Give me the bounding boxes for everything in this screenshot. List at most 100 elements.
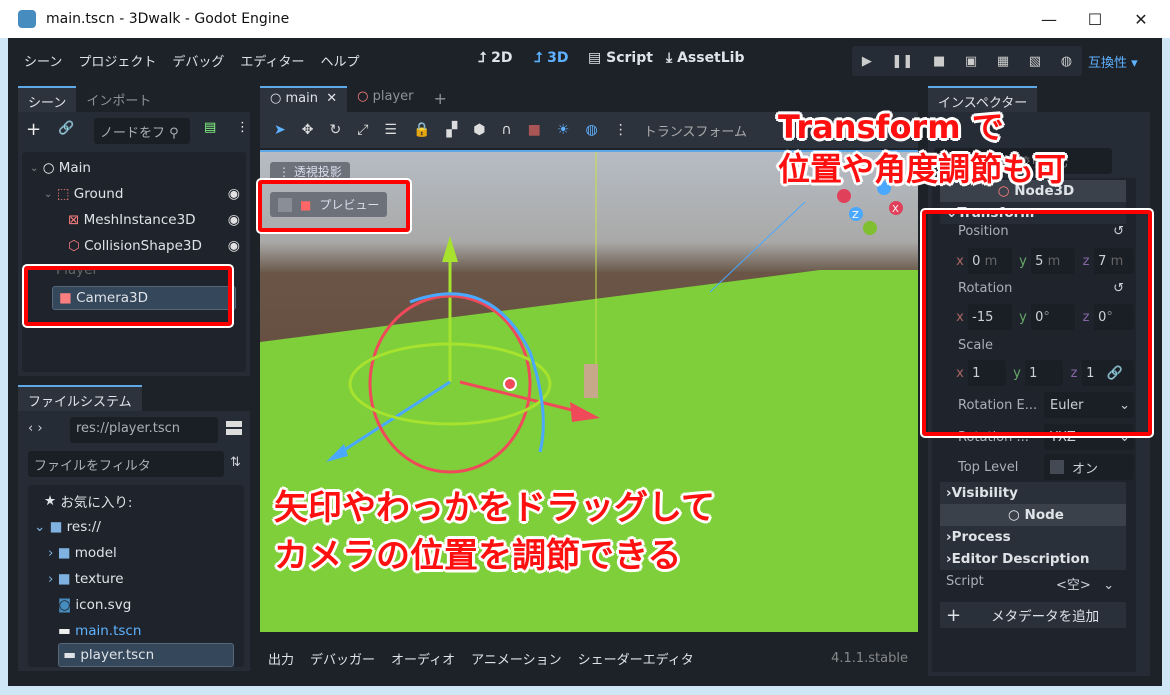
item-label: res:// — [66, 519, 101, 535]
workspace-script[interactable]: ▤ Script — [588, 50, 653, 66]
filesystem-dock: ファイルシステム ‹ › res://player.tscn ファイルをフィルタ… — [18, 385, 250, 671]
menu-project[interactable]: プロジェクト — [70, 51, 164, 70]
file-filter-input[interactable]: ファイルをフィルタ — [28, 451, 224, 477]
window-title: main.tscn - 3Dwalk - Godot Engine — [46, 11, 290, 27]
minimize-button[interactable]: — — [1026, 0, 1072, 38]
remote-debug-icon[interactable]: ▣ — [965, 54, 977, 69]
maximize-button[interactable]: ☐ — [1072, 0, 1118, 38]
favorites[interactable]: ★ お気に入り: — [28, 489, 244, 513]
transform-menu[interactable]: トランスフォーム — [644, 121, 747, 140]
play-icon[interactable]: ▶ — [862, 54, 872, 69]
local-space-icon[interactable]: ⬢ — [473, 122, 485, 138]
class-header-node: ○ Node — [940, 504, 1126, 526]
workspace-2d[interactable]: ⮥ 2D — [478, 50, 513, 66]
tab-animation[interactable]: アニメーション — [463, 649, 569, 668]
more-icon[interactable]: ⋮ — [236, 120, 249, 135]
close-tab-icon[interactable]: ✕ — [326, 91, 337, 106]
script-select[interactable]: <空> ⌄ — [1056, 574, 1136, 593]
workspace-3d[interactable]: ⮥ 3D — [534, 50, 569, 66]
tab-main[interactable]: ○ main ✕ — [260, 86, 348, 112]
rotate-tool-icon[interactable]: ↻ — [329, 122, 341, 138]
scale-tool-icon[interactable]: ⤢ — [357, 122, 368, 138]
gizmo-x-label: X — [892, 204, 899, 215]
move-tool-icon[interactable]: ✥ — [302, 122, 314, 138]
play-custom-icon[interactable]: ▧ — [1029, 54, 1041, 69]
bottom-panel-tabs: 出力 デバッガー オーディオ アニメーション シェーダーエディタ 4.1.1.s… — [260, 640, 918, 676]
node-label: Ground — [73, 186, 124, 202]
tree-node-main[interactable]: ⌄ ○ Main — [22, 156, 246, 180]
item-label: texture — [74, 571, 124, 587]
list-select-icon[interactable]: ☰ — [384, 122, 397, 138]
file-main-tscn[interactable]: ▬ main.tscn — [28, 619, 244, 643]
sun-icon[interactable]: ☀ — [557, 122, 570, 138]
file-icon-svg[interactable]: ◙ icon.svg — [28, 593, 244, 617]
section-process[interactable]: › Process — [940, 526, 1126, 548]
tab-shader-editor[interactable]: シェーダーエディタ — [570, 649, 702, 668]
section-editor-description[interactable]: › Editor Description — [940, 548, 1126, 570]
gizmo-z-label: Z — [852, 210, 859, 221]
folder-texture[interactable]: › ■ texture — [28, 567, 244, 591]
movie-maker-icon[interactable]: ◍ — [1061, 54, 1072, 69]
tab-audio[interactable]: オーディオ — [383, 649, 463, 668]
pause-icon[interactable]: ❚❚ — [891, 54, 913, 69]
value: オン — [1072, 461, 1099, 477]
top-level-checkbox[interactable]: オン — [1044, 454, 1134, 480]
node-label: Main — [58, 160, 91, 176]
play-scene-icon[interactable]: ▦ — [997, 54, 1009, 69]
snap-icon[interactable]: ∩ — [501, 122, 511, 138]
menu-help[interactable]: ヘルプ — [312, 51, 367, 70]
split-mode-icon[interactable] — [226, 421, 242, 435]
environment-icon[interactable]: ◍ — [585, 122, 597, 138]
visibility-eye-icon[interactable]: ◉ — [228, 238, 240, 254]
perspective-menu[interactable]: ⋮ 透視投影 — [270, 162, 350, 181]
more-icon[interactable]: ⋮ — [614, 122, 628, 138]
path-field[interactable]: res://player.tscn — [70, 417, 218, 443]
select-tool-icon[interactable]: ➤ — [274, 122, 286, 138]
node-filter-input[interactable]: ノードをフ ⚲ — [94, 118, 190, 144]
tab-filesystem[interactable]: ファイルシステム — [18, 385, 142, 411]
group-icon[interactable]: ▞ — [446, 122, 457, 138]
sort-icon[interactable]: ⇅ — [230, 455, 241, 470]
run-controls: ▶ ❚❚ ■ ▣ ▦ ▧ ◍ — [852, 46, 1082, 76]
workspace-assetlib[interactable]: ⤓ AssetLib — [666, 50, 745, 66]
tree-node-ground[interactable]: ⌄ ⬚ Ground ◉ — [22, 182, 246, 206]
filter-placeholder: ノードをフ — [100, 126, 166, 141]
close-button[interactable]: ✕ — [1118, 0, 1164, 38]
tab-output[interactable]: 出力 — [260, 649, 302, 668]
add-node-icon[interactable]: + — [26, 119, 41, 140]
scene-file-icon: ▬ — [63, 647, 77, 663]
file-player-tscn[interactable]: ▬ player.tscn — [58, 643, 234, 667]
visibility-eye-icon[interactable]: ◉ — [228, 186, 240, 202]
section-visibility[interactable]: › Visibility — [940, 482, 1126, 504]
tab-player[interactable]: ○ player — [347, 86, 423, 112]
section-label: Editor Description — [951, 551, 1090, 567]
scene-file-icon: ▬ — [58, 623, 71, 639]
menu-scene[interactable]: シーン — [16, 51, 70, 70]
back-icon[interactable]: ‹ › — [28, 421, 43, 436]
add-tab-icon[interactable]: + — [424, 86, 457, 112]
link-icon[interactable]: 🔗 — [58, 121, 74, 136]
tree-node-collision[interactable]: ⬡ CollisionShape3D ◉ — [22, 234, 246, 258]
folder-res[interactable]: ⌄ ■ res:// — [28, 515, 244, 539]
visibility-eye-icon[interactable]: ◉ — [228, 212, 240, 228]
menu-debug[interactable]: デバッグ — [164, 51, 232, 70]
class-label: Node — [1024, 507, 1064, 523]
tab-scene[interactable]: シーン — [18, 86, 77, 112]
highlight-preview — [256, 178, 412, 234]
camera-preview-icon[interactable]: ■ — [528, 122, 541, 138]
folder-model[interactable]: › ■ model — [28, 541, 244, 565]
title-bar: main.tscn - 3Dwalk - Godot Engine — ☐ ✕ — [0, 0, 1170, 38]
tab-debugger[interactable]: デバッガー — [302, 649, 383, 668]
renderer-select[interactable]: 互換性 ▾ — [1088, 52, 1138, 71]
file-tree: ★ お気に入り: ⌄ ■ res:// › ■ model › ■ textur… — [28, 485, 244, 667]
stop-icon[interactable]: ■ — [933, 54, 945, 69]
lock-icon[interactable]: 🔒 — [413, 122, 430, 138]
add-script-icon[interactable]: ▤ — [204, 120, 216, 135]
perspective-label: 透視投影 — [293, 165, 342, 179]
add-metadata-button[interactable]: + メタデータを追加 — [940, 602, 1126, 628]
node-label: CollisionShape3D — [84, 238, 202, 254]
tab-import[interactable]: インポート — [76, 86, 161, 112]
ws-label: 3D — [547, 50, 569, 66]
tree-node-mesh[interactable]: ⊠ MeshInstance3D ◉ — [22, 208, 246, 232]
menu-editor[interactable]: エディター — [232, 51, 312, 70]
